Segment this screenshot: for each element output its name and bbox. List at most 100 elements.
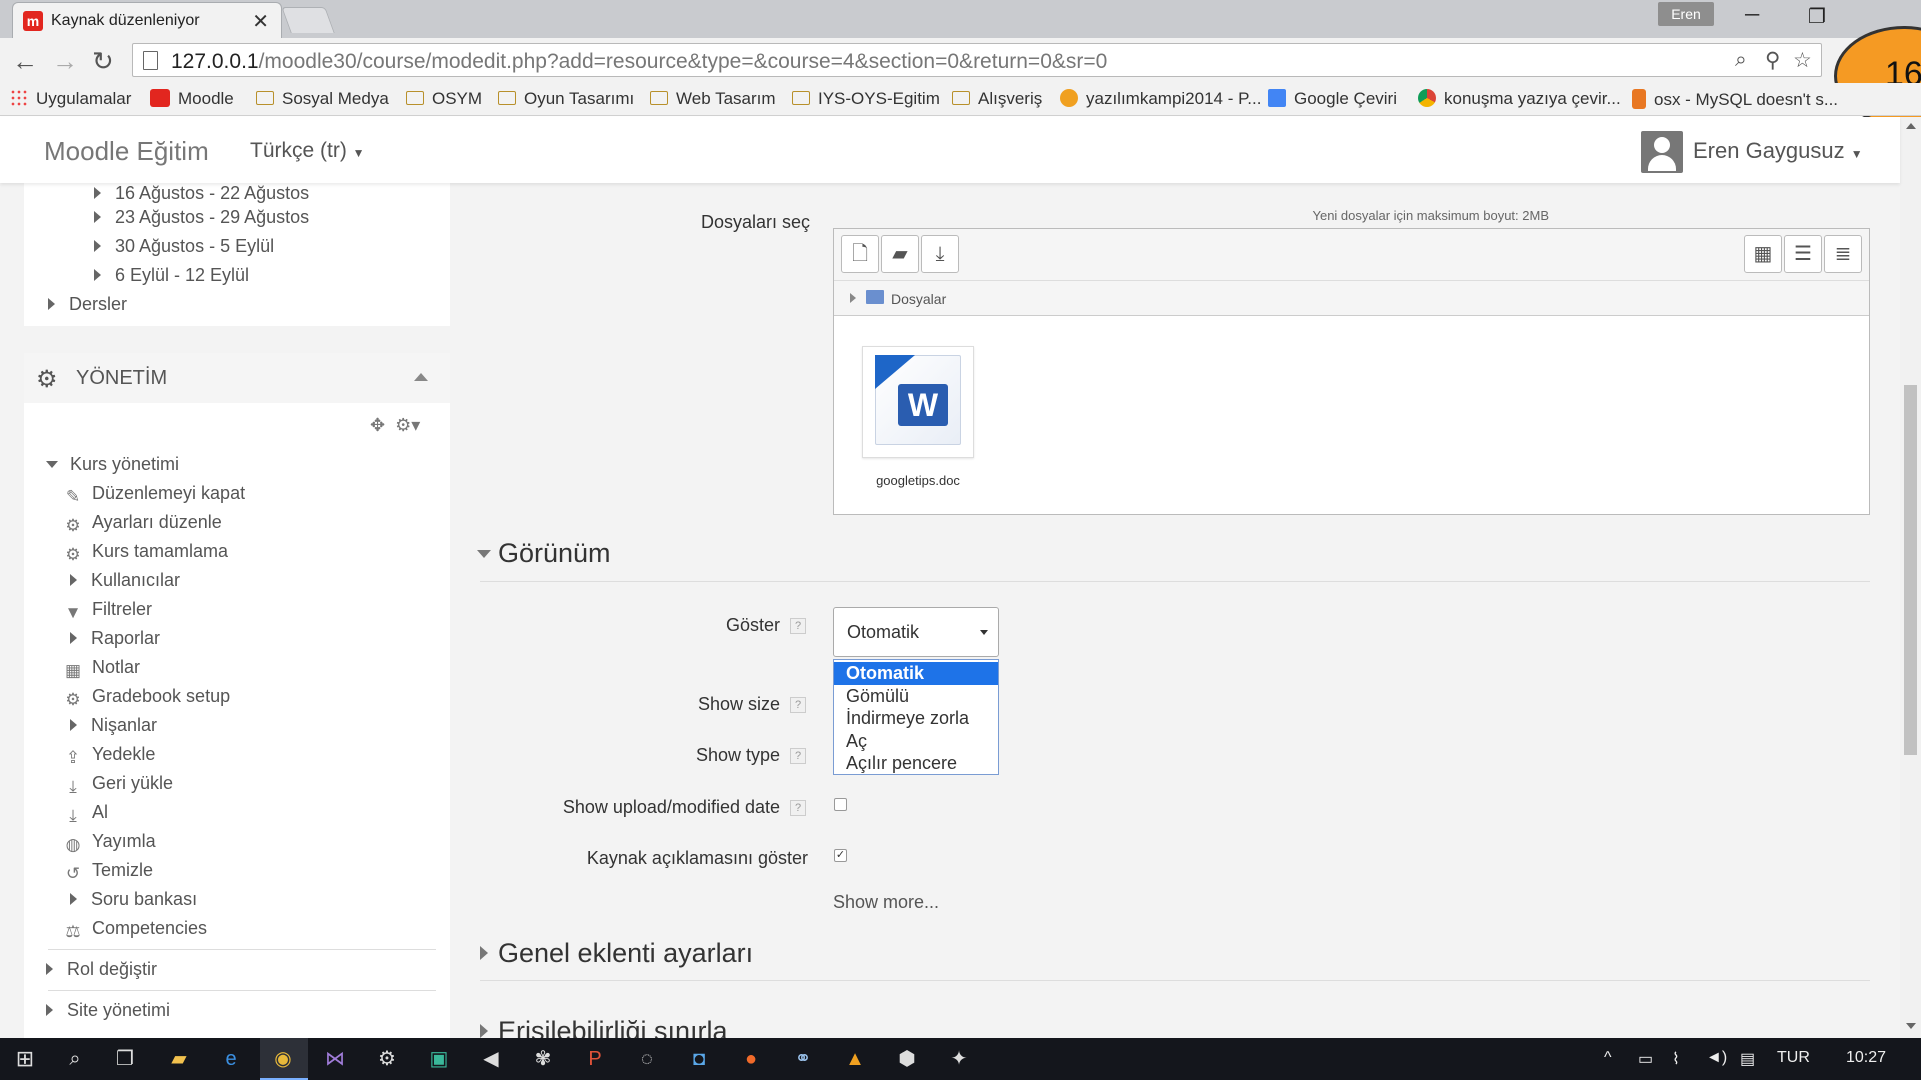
bookmark-yazilimkampi[interactable]: yazılımkampi2014 - P...: [1060, 89, 1261, 109]
forward-arrow-icon[interactable]: →: [52, 46, 78, 77]
option-ac[interactable]: Aç: [834, 730, 998, 753]
option-acilir-pencere[interactable]: Açılır pencere: [834, 752, 998, 775]
goster-select[interactable]: Otomatik: [833, 607, 999, 657]
notification-icon[interactable]: ▤: [1740, 1049, 1755, 1069]
admin-item-yayimla[interactable]: ◍ Yayımla: [64, 831, 156, 854]
admin-item-kurs-tamamlama[interactable]: ⚙ Kurs tamamlama: [64, 541, 228, 564]
section-expand-icon[interactable]: [480, 946, 488, 960]
tree-kurs-yonetimi[interactable]: Kurs yönetimi: [46, 454, 179, 475]
tab-close-icon[interactable]: ✕: [252, 9, 269, 34]
bookmark-google-ceviri[interactable]: Google Çeviri: [1268, 89, 1397, 109]
tray-expand-icon[interactable]: ^: [1604, 1049, 1612, 1067]
help-icon[interactable]: ?: [790, 800, 806, 816]
admin-item-soru-bankasi[interactable]: Soru bankası: [70, 889, 197, 910]
app-icon[interactable]: ✦: [946, 1047, 972, 1071]
tree-week-3[interactable]: 30 Ağustos - 5 Eylül: [94, 236, 274, 257]
unity-icon[interactable]: ◌: [634, 1047, 660, 1071]
page-scrollbar[interactable]: [1900, 117, 1921, 1038]
bookmark-moodle[interactable]: Moodle: [150, 89, 234, 109]
section-genel-eklenti[interactable]: Genel eklenti ayarları: [498, 938, 753, 969]
admin-item-raporlar[interactable]: Raporlar: [70, 628, 160, 649]
file-explorer-icon[interactable]: ▰: [166, 1047, 192, 1071]
admin-item-temizle[interactable]: ↺ Temizle: [64, 860, 153, 883]
cube-app-icon[interactable]: ⬢: [894, 1047, 920, 1071]
minimize-icon[interactable]: ─: [1745, 4, 1759, 27]
path-folder-label[interactable]: Dosyalar: [891, 291, 946, 307]
restore-icon[interactable]: ❐: [1808, 4, 1826, 29]
tree-dersler[interactable]: Dersler: [48, 294, 127, 315]
admin-item-competencies[interactable]: ⚖ Competencies: [64, 918, 207, 941]
admin-item-filtreler[interactable]: ▼ Filtreler: [64, 599, 152, 622]
edge-icon[interactable]: e: [218, 1047, 244, 1071]
settings-app-icon[interactable]: ⚙: [374, 1047, 400, 1071]
reload-icon[interactable]: ↻: [92, 46, 114, 77]
language-menu[interactable]: Türkçe (tr) ▼: [250, 139, 365, 163]
show-upload-date-checkbox[interactable]: [834, 798, 847, 811]
steam-icon[interactable]: ⚭: [790, 1047, 816, 1071]
admin-item-notlar[interactable]: ▦ Notlar: [64, 657, 140, 680]
file-name[interactable]: googletips.doc: [842, 473, 994, 488]
task-view-icon[interactable]: ❐: [112, 1047, 138, 1071]
user-avatar[interactable]: [1641, 131, 1683, 173]
visual-studio-icon[interactable]: ⋈: [322, 1047, 348, 1071]
admin-item-duzenlemeyi-kapat[interactable]: ✎ Düzenlemeyi kapat: [64, 483, 245, 506]
address-bar[interactable]: 127.0.0.1/moodle30/course/modedit.php?ad…: [132, 43, 1822, 77]
input-language[interactable]: TUR: [1777, 1049, 1810, 1067]
admin-item-kullanicilar[interactable]: Kullanıcılar: [70, 570, 180, 591]
battery-icon[interactable]: ▭: [1638, 1049, 1653, 1069]
admin-block-header[interactable]: ⚙ YÖNETİM: [24, 353, 450, 403]
admin-item-geri-yukle[interactable]: ⤓ Geri yükle: [64, 773, 173, 796]
help-icon[interactable]: ?: [790, 697, 806, 713]
add-file-icon[interactable]: 🗋: [841, 235, 879, 273]
show-more-link[interactable]: Show more...: [833, 892, 939, 913]
bookmark-sosyal-medya[interactable]: Sosyal Medya: [256, 89, 389, 109]
app-icon[interactable]: ▲: [842, 1047, 868, 1071]
bookmark-osym[interactable]: OSYM: [406, 89, 482, 109]
option-gomulu[interactable]: Gömülü: [834, 685, 998, 708]
key-icon[interactable]: ⚲: [1765, 48, 1780, 73]
bookmark-web-tasarim[interactable]: Web Tasarım: [650, 89, 776, 109]
bookmark-oyun-tasarimi[interactable]: Oyun Tasarımı: [498, 89, 634, 109]
icon-view-icon[interactable]: ▦: [1744, 235, 1782, 273]
search-icon[interactable]: ⌕: [62, 1047, 88, 1071]
section-collapse-icon[interactable]: [477, 550, 491, 558]
bookmark-konusma[interactable]: konuşma yazıya çevir...: [1418, 89, 1621, 109]
tree-week-4[interactable]: 6 Eylül - 12 Eylül: [94, 265, 249, 286]
file-item-googletips[interactable]: W: [862, 346, 974, 458]
clock[interactable]: 10:27: [1846, 1049, 1886, 1067]
origin-icon[interactable]: ●: [738, 1047, 764, 1071]
admin-item-yedekle[interactable]: ⇪ Yedekle: [64, 744, 156, 767]
scroll-down-icon[interactable]: [1906, 1023, 1916, 1029]
outlook-icon[interactable]: ◘: [686, 1047, 712, 1071]
block-actions[interactable]: ✥ ⚙▾: [370, 415, 420, 436]
create-folder-icon[interactable]: ▰: [881, 235, 919, 273]
download-all-icon[interactable]: ⤓: [921, 235, 959, 273]
bookmark-osx-mysql[interactable]: osx - MySQL doesn't s...: [1632, 89, 1838, 110]
show-description-checkbox[interactable]: ✓: [834, 849, 847, 862]
chrome-icon[interactable]: ◉: [270, 1047, 296, 1071]
browser-tab-active[interactable]: m Kaynak düzenleniyor ✕: [12, 2, 282, 38]
list-view-icon[interactable]: ☰: [1784, 235, 1822, 273]
gear-menu-icon[interactable]: ⚙▾: [395, 415, 420, 435]
admin-item-nisanlar[interactable]: Nişanlar: [70, 715, 157, 736]
scroll-thumb[interactable]: [1904, 385, 1917, 755]
bookmark-alisveris[interactable]: Alışveriş: [952, 89, 1042, 109]
volume-icon[interactable]: ◄): [1706, 1049, 1727, 1067]
star-icon[interactable]: ☆: [1793, 48, 1812, 73]
admin-item-al[interactable]: ⤓ Al: [64, 802, 108, 825]
media-app-icon[interactable]: ◀: [478, 1047, 504, 1071]
zoom-icon[interactable]: ⌕: [1735, 48, 1747, 72]
tree-week-1[interactable]: 16 Ağustos - 22 Ağustos: [94, 183, 309, 204]
windows-start-icon[interactable]: ⊞: [12, 1047, 38, 1071]
new-tab-button[interactable]: [281, 7, 335, 33]
help-icon[interactable]: ?: [790, 748, 806, 764]
site-brand[interactable]: Moodle Eğitim: [44, 136, 209, 167]
user-menu[interactable]: Eren Gaygusuz ▼: [1693, 138, 1863, 164]
admin-item-gradebook-setup[interactable]: ⚙ Gradebook setup: [64, 686, 230, 709]
app-icon[interactable]: ▣: [426, 1047, 452, 1071]
option-otomatik[interactable]: Otomatik: [834, 662, 998, 685]
tree-site-yonetimi[interactable]: Site yönetimi: [46, 1000, 170, 1021]
back-arrow-icon[interactable]: ←: [12, 46, 38, 77]
wifi-icon[interactable]: ⌇: [1672, 1049, 1680, 1069]
collapse-icon[interactable]: [414, 373, 428, 381]
